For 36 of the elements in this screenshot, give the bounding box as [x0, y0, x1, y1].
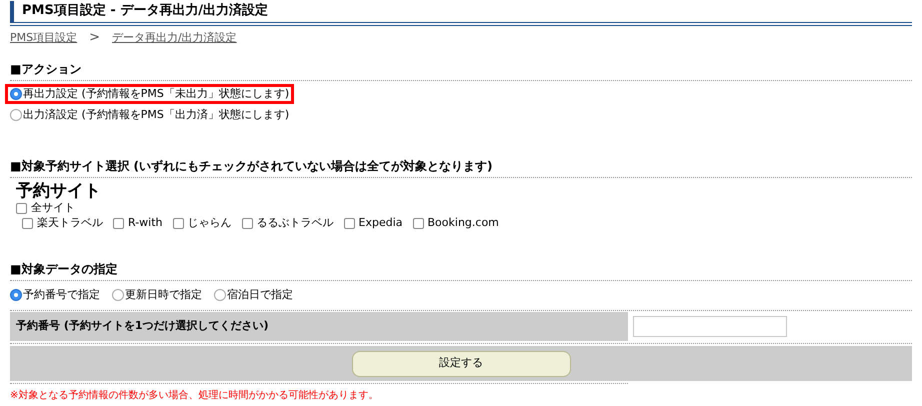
- checkbox[interactable]: [412, 218, 424, 228]
- breadcrumb-link[interactable]: PMS項目設定: [10, 30, 78, 46]
- checkbox[interactable]: [242, 218, 253, 228]
- radio-button[interactable]: [10, 289, 22, 301]
- warning-note: ※対象となる予約情報の件数が多い場合、処理に時間がかかる可能性があります。: [10, 388, 378, 403]
- checkbox[interactable]: [344, 218, 355, 228]
- option-label: Expedia: [358, 214, 403, 231]
- section-heading: ■対象データの指定: [10, 261, 118, 278]
- option-label: Booking.com: [428, 214, 499, 231]
- option-label: 更新日時で指定: [125, 286, 202, 303]
- group-title: 予約サイト: [16, 181, 101, 201]
- option-label: 出力済設定 (予約情報をPMS「出力済」状態にします): [23, 106, 290, 123]
- option-label: 予約番号で指定: [23, 286, 100, 303]
- option-label: 全サイト: [31, 200, 75, 216]
- page-title: PMS項目設定 - データ再出力/出力済設定: [22, 2, 268, 20]
- reservation-number-field[interactable]: [633, 316, 787, 337]
- option-label: 宿泊日で指定: [227, 286, 293, 303]
- checkbox[interactable]: [16, 202, 27, 214]
- option-label: じゃらん: [188, 214, 232, 231]
- section-heading: ■アクション: [10, 61, 82, 78]
- option-label: R-with: [128, 214, 163, 231]
- radio-button[interactable]: [112, 289, 124, 301]
- checkbox[interactable]: [172, 218, 184, 228]
- radio-button[interactable]: [214, 289, 226, 301]
- option-label: るるぶトラベル: [256, 214, 334, 231]
- checkbox[interactable]: [22, 218, 33, 228]
- submit-button[interactable]: 設定する: [352, 350, 570, 376]
- field-label: 予約番号 (予約サイトを1つだけ選択してください): [16, 318, 269, 334]
- option-label: 再出力設定 (予約情報をPMS「未出力」状態にします): [23, 86, 290, 102]
- breadcrumb-separator: >: [89, 29, 100, 48]
- radio-button[interactable]: [10, 109, 22, 121]
- checkbox[interactable]: [113, 218, 124, 228]
- breadcrumb-link[interactable]: データ再出力/出力済設定: [112, 30, 237, 46]
- section-heading: ■対象予約サイト選択 (いずれにもチェックがされていない場合は全てが対象となります): [10, 158, 492, 175]
- option-label: 楽天トラベル: [37, 214, 103, 231]
- radio-button[interactable]: [10, 88, 22, 100]
